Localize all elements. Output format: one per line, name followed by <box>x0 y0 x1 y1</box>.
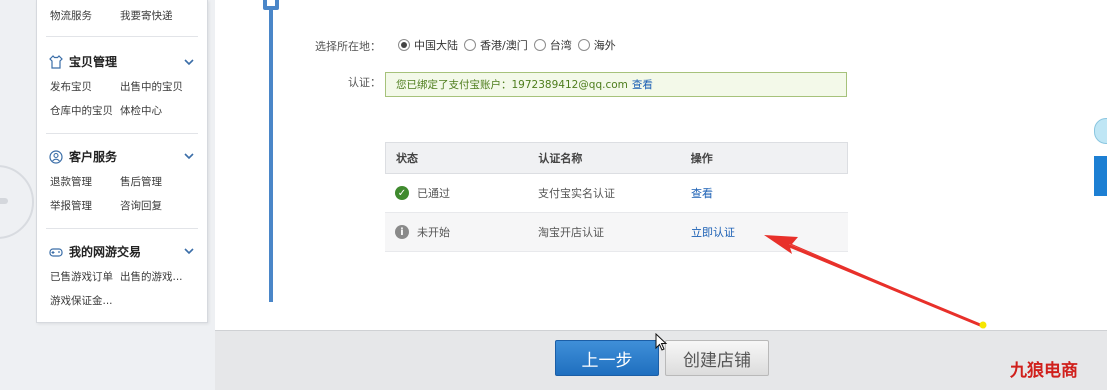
sidebar-row: 已售游戏订单 出售的游戏... <box>50 269 183 284</box>
alipay-bound-notice: 您已绑定了支付宝账户：1972389412@qq.com 查看 <box>385 72 847 97</box>
mouse-cursor-icon <box>655 333 668 351</box>
radio-selected-icon <box>398 39 410 51</box>
radio-mainland-china[interactable]: 中国大陆 <box>398 37 458 53</box>
location-radio-group: 中国大陆 香港/澳门 台湾 海外 <box>398 37 622 53</box>
status-cell: ✓ 已通过 <box>385 185 538 201</box>
table-header: 状态 认证名称 操作 <box>385 142 848 174</box>
column-header-action: 操作 <box>690 152 713 165</box>
sidebar-link-send-express[interactable]: 我要寄快递 <box>120 8 173 23</box>
table-row: i 未开始 淘宝开店认证 立即认证 <box>385 213 848 252</box>
previous-step-button[interactable]: 上一步 <box>555 340 659 376</box>
sidebar-divider <box>46 133 198 134</box>
auth-label: 认证： <box>348 76 381 89</box>
view-alipay-link[interactable]: 查看 <box>632 77 653 92</box>
sidebar-divider <box>46 36 198 37</box>
alipay-bound-message: 您已绑定了支付宝账户：1972389412@qq.com <box>396 79 628 91</box>
step-node-icon <box>263 0 279 10</box>
user-icon <box>49 149 63 164</box>
shirt-icon <box>49 54 63 69</box>
step-progress-rail <box>269 0 273 302</box>
sidebar-group-title: 客户服务 <box>69 150 118 164</box>
sidebar-link-refund-management[interactable]: 退款管理 <box>50 174 120 189</box>
sidebar-link-inquiry-reply[interactable]: 咨询回复 <box>120 198 162 213</box>
cert-name-cell: 淘宝开店认证 <box>538 226 604 239</box>
sidebar-link-games-for-sale[interactable]: 出售的游戏... <box>120 269 183 284</box>
sidebar-group-title: 宝贝管理 <box>69 55 118 69</box>
sidebar-row: 发布宝贝 出售中的宝贝 <box>50 79 183 94</box>
sidebar-link-check-center[interactable]: 体检中心 <box>120 103 162 118</box>
check-circle-icon: ✓ <box>395 186 409 200</box>
certification-table: 状态 认证名称 操作 ✓ 已通过 支付宝实名认证 查看 i 未开始 淘宝开店认证… <box>385 142 848 252</box>
sidebar-link-warehouse-items[interactable]: 仓库中的宝贝 <box>50 103 120 118</box>
sidebar-link-game-deposit[interactable]: 游戏保证金... <box>50 293 120 308</box>
radio-icon <box>533 39 546 51</box>
radio-overseas[interactable]: 海外 <box>577 37 616 53</box>
sidebar-link-items-on-sale[interactable]: 出售中的宝贝 <box>120 79 183 94</box>
radio-icon <box>464 39 476 51</box>
status-cell: i 未开始 <box>385 224 538 240</box>
sidebar-divider <box>46 228 198 229</box>
sidebar-link-after-sales[interactable]: 售后管理 <box>120 174 162 189</box>
sidebar-row: 退款管理 售后管理 <box>50 174 162 189</box>
sidebar-row-logistics: 物流服务 我要寄快递 <box>50 8 173 23</box>
certify-now-link[interactable]: 立即认证 <box>691 226 735 239</box>
info-circle-icon: i <box>395 225 409 239</box>
radio-taiwan[interactable]: 台湾 <box>533 37 572 53</box>
sidebar-group-title: 我的网游交易 <box>69 245 142 259</box>
sidebar-link-logistics-service[interactable]: 物流服务 <box>50 8 120 23</box>
table-row: ✓ 已通过 支付宝实名认证 查看 <box>385 174 848 213</box>
column-header-name: 认证名称 <box>538 152 583 165</box>
watermark-text: 九狼电商 <box>1010 361 1078 381</box>
chevron-down-icon[interactable] <box>183 245 195 257</box>
location-label: 选择所在地： <box>315 40 381 53</box>
column-header-status: 状态 <box>396 152 418 165</box>
sidebar-link-sold-game-orders[interactable]: 已售游戏订单 <box>50 269 120 284</box>
sidebar-link-publish-item[interactable]: 发布宝贝 <box>50 79 120 94</box>
sidebar-row: 仓库中的宝贝 体检中心 <box>50 103 162 118</box>
sidebar-group-header-products[interactable]: 宝贝管理 <box>49 53 117 70</box>
side-banner-decoration <box>1094 156 1107 196</box>
background-bar-decoration <box>0 198 8 204</box>
chevron-down-icon[interactable] <box>183 56 195 68</box>
sidebar-group-header-game-trading[interactable]: 我的网游交易 <box>49 243 141 260</box>
sidebar-group-header-customer-service[interactable]: 客户服务 <box>49 148 117 165</box>
view-cert-link[interactable]: 查看 <box>691 187 713 200</box>
radio-icon <box>577 39 590 51</box>
chevron-down-icon[interactable] <box>183 150 195 162</box>
sidebar-row: 游戏保证金... <box>50 293 120 308</box>
open-shop-main-panel: 选择所在地： 中国大陆 香港/澳门 台湾 海外 认证： 您已绑定了支付宝账户：1… <box>215 0 1107 330</box>
gamepad-icon <box>49 247 63 257</box>
sidebar-link-report-management[interactable]: 举报管理 <box>50 198 120 213</box>
create-shop-button[interactable]: 创建店铺 <box>665 340 769 376</box>
seller-sidebar: 物流服务 我要寄快递 宝贝管理 发布宝贝 出售中的宝贝 仓库中的宝贝 体检中心 … <box>36 0 208 323</box>
status-text: 未开始 <box>417 226 450 239</box>
cert-name-cell: 支付宝实名认证 <box>538 187 615 200</box>
sidebar-row: 举报管理 咨询回复 <box>50 198 162 213</box>
radio-hongkong-macau[interactable]: 香港/澳门 <box>464 37 528 53</box>
status-text: 已通过 <box>417 187 450 200</box>
